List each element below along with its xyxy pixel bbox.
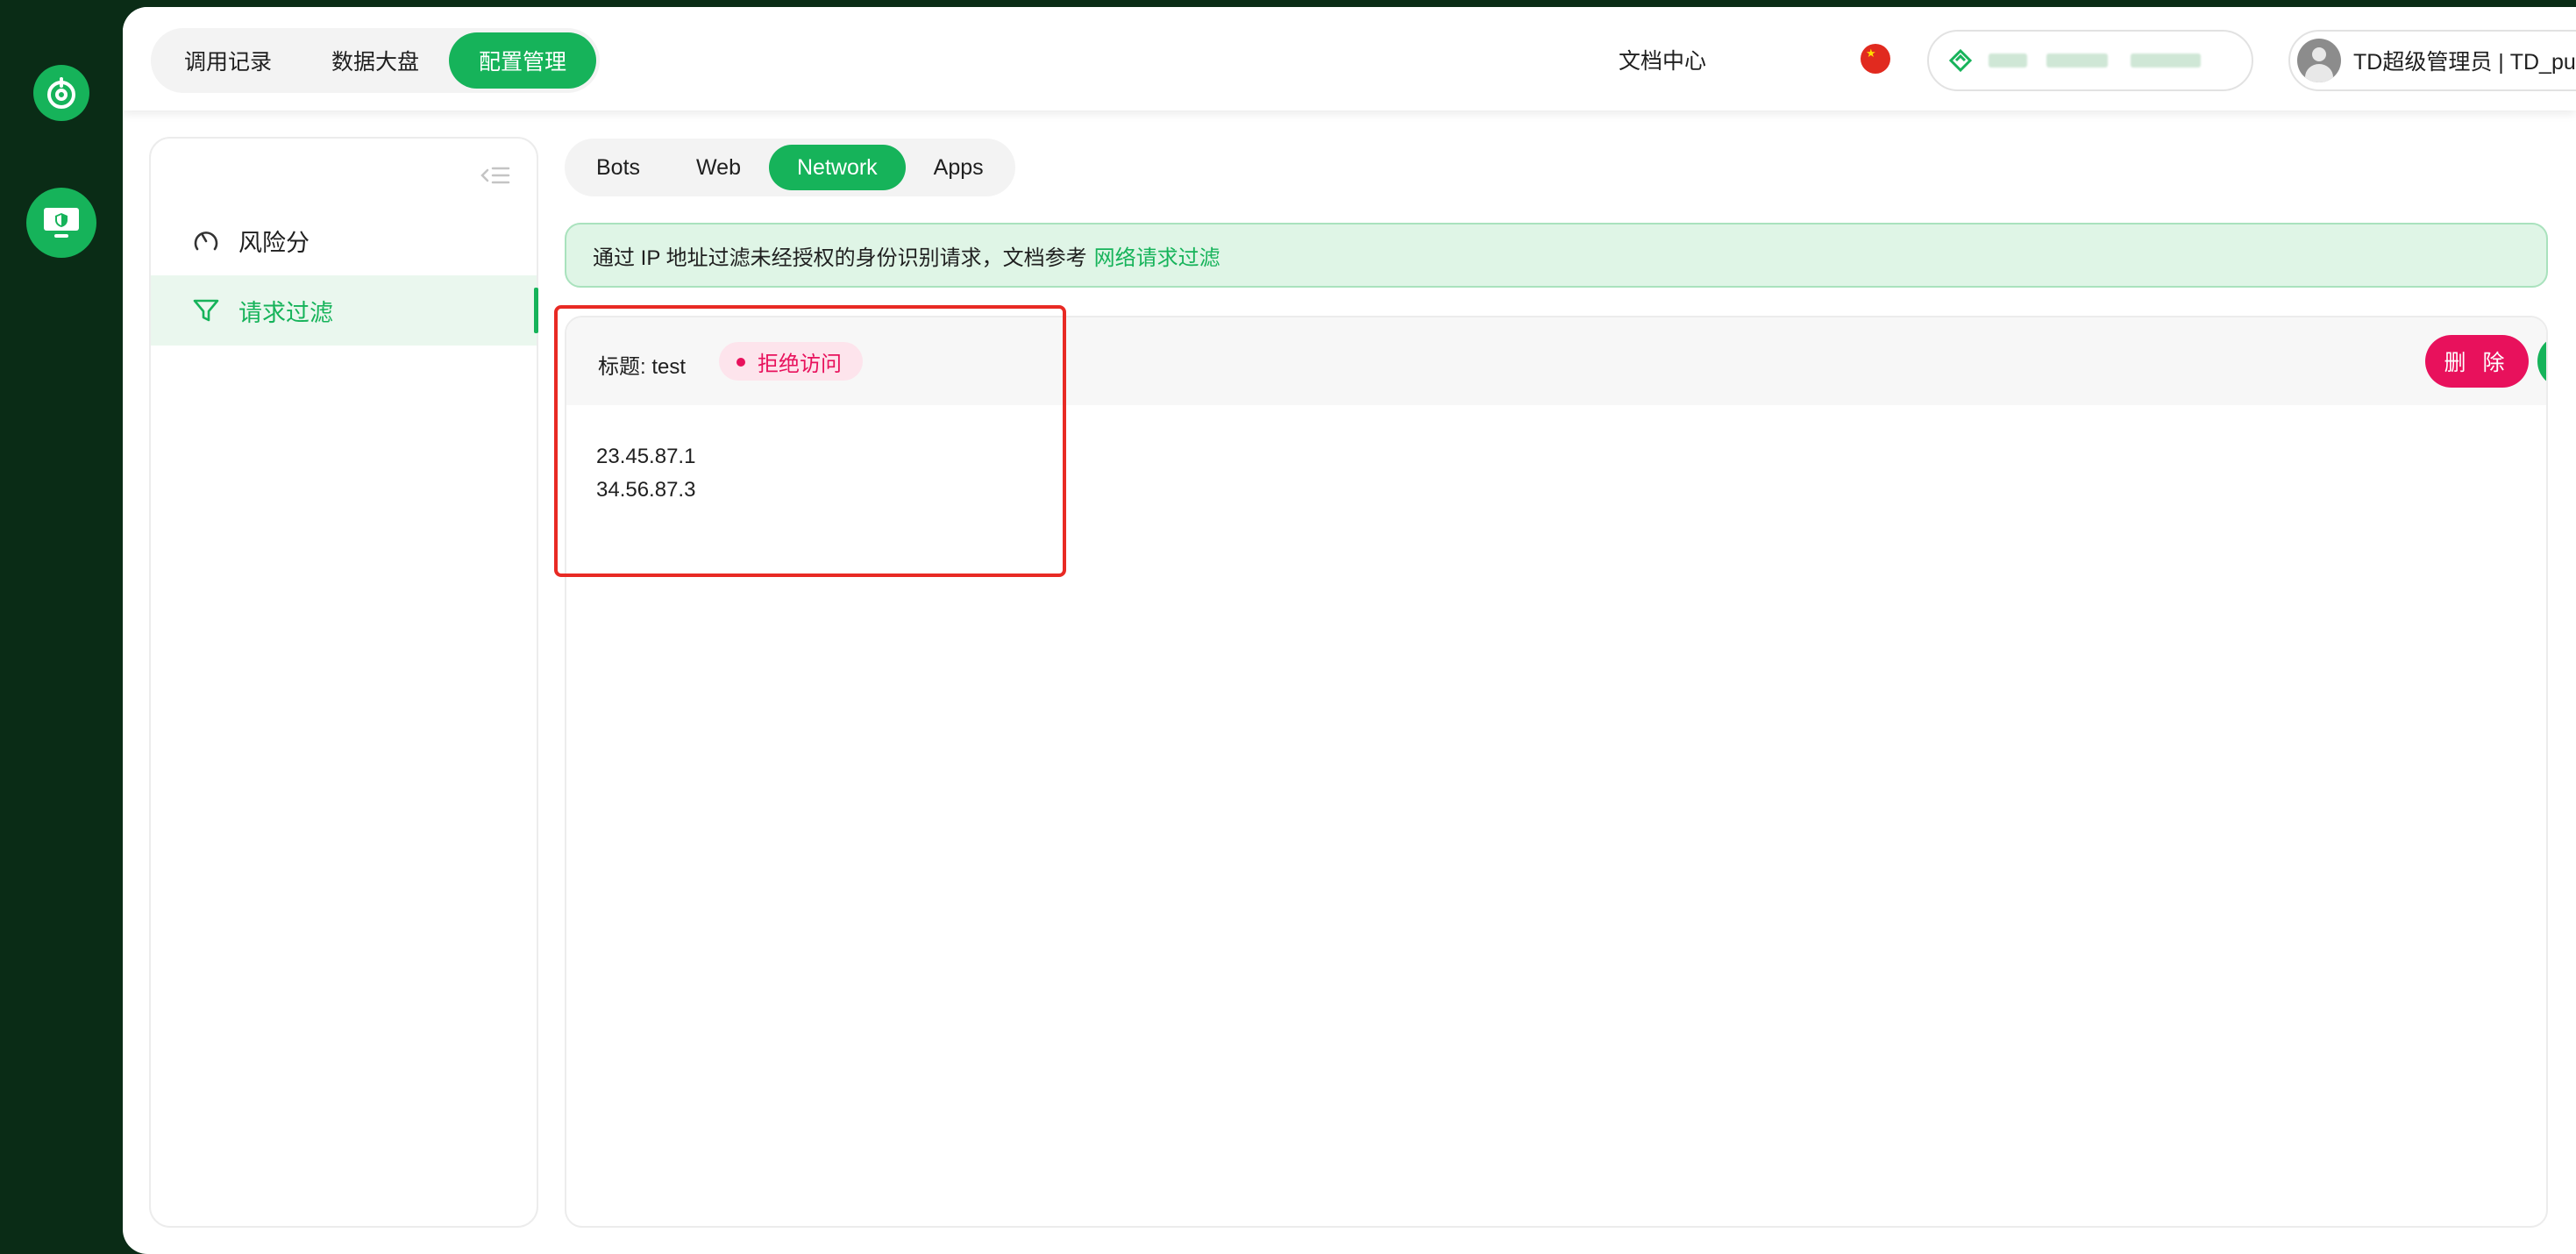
- sidebar-item-request-filter[interactable]: 请求过滤: [151, 275, 538, 346]
- ip-address: 23.45.87.1: [596, 445, 696, 468]
- rule-title: 标题: test: [598, 355, 687, 379]
- notice-text: 通过 IP 地址过滤未经授权的身份识别请求，文档参考: [593, 246, 1087, 270]
- sidebar-item-label: 请求过滤: [238, 299, 333, 326]
- filter-rule-card: 标题: test 拒绝访问 删 除 编 辑 23.45.87.1 34.56.8…: [565, 316, 2548, 1228]
- status-badge: 拒绝访问: [719, 342, 863, 381]
- tab-apps[interactable]: Apps: [906, 145, 1012, 190]
- ip-address: 34.56.87.3: [596, 478, 696, 502]
- user-menu[interactable]: TD超级管理员 | TD_publi...: [2288, 30, 2576, 91]
- tab-dashboard[interactable]: 数据大盘: [302, 32, 449, 89]
- side-menu: 风险分 请求过滤: [149, 137, 538, 1228]
- gauge-icon: [191, 225, 221, 255]
- filter-icon: [191, 296, 221, 325]
- top-tab-bar: 调用记录 数据大盘 配置管理: [151, 28, 601, 93]
- delete-button[interactable]: 删 除: [2425, 335, 2529, 388]
- docs-reference-link[interactable]: 网络请求过滤: [1094, 240, 1220, 271]
- tab-web[interactable]: Web: [668, 145, 769, 190]
- organization-selector[interactable]: [1927, 30, 2253, 91]
- sub-tab-bar: Bots Web Network Apps: [565, 139, 1015, 196]
- edit-button[interactable]: 编 辑: [2537, 335, 2546, 388]
- app-window: 调用记录 数据大盘 配置管理 文档中心 ★ TD超级管理员 | TD_publi…: [0, 0, 2576, 1254]
- top-header: 调用记录 数据大盘 配置管理 文档中心 ★ TD超级管理员 | TD_publi…: [123, 7, 2576, 110]
- tab-network[interactable]: Network: [768, 145, 906, 190]
- user-name: TD超级管理员 | TD_publi...: [2353, 50, 2576, 75]
- tab-call-records[interactable]: 调用记录: [154, 32, 302, 89]
- ip-list: 23.45.87.1 34.56.87.3: [596, 440, 695, 507]
- avatar: [2297, 39, 2341, 82]
- sidebar-item-label: 风险分: [238, 229, 310, 256]
- security-nav-icon[interactable]: [26, 188, 96, 258]
- sidebar-item-risk-score[interactable]: 风险分: [151, 205, 537, 275]
- main-sheet: 调用记录 数据大盘 配置管理 文档中心 ★ TD超级管理员 | TD_publi…: [123, 7, 2576, 1254]
- collapse-sidebar-icon[interactable]: [480, 165, 510, 186]
- diamond-link-icon: [1948, 48, 1973, 73]
- china-flag-icon[interactable]: ★: [1861, 44, 1890, 74]
- docs-center-link[interactable]: 文档中心: [1619, 44, 1706, 75]
- card-header: 标题: test 拒绝访问 删 除 编 辑: [566, 317, 2546, 405]
- tab-bots[interactable]: Bots: [568, 145, 668, 190]
- info-notice: 通过 IP 地址过滤未经授权的身份识别请求，文档参考 网络请求过滤: [565, 223, 2548, 288]
- app-logo-icon[interactable]: [33, 65, 89, 121]
- left-rail: [0, 0, 123, 1254]
- tab-config-management[interactable]: 配置管理: [449, 32, 597, 89]
